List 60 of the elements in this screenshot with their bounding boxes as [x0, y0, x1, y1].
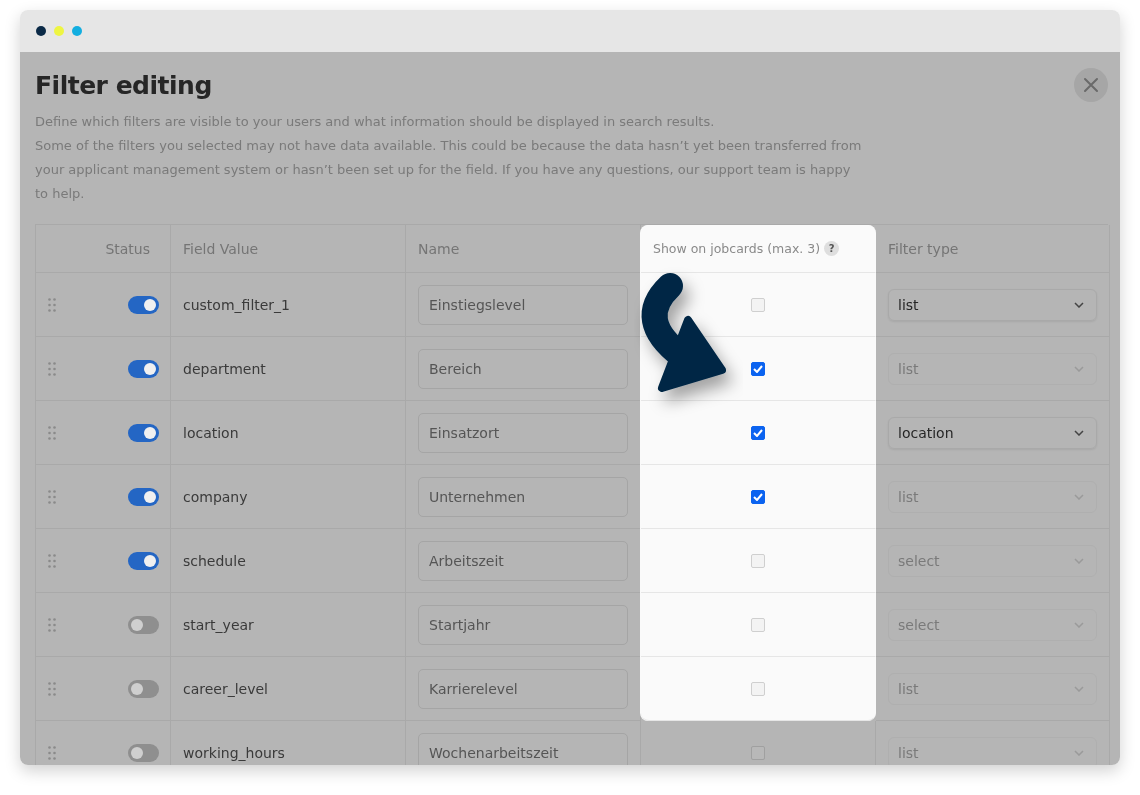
name-input-field[interactable]: Bereich: [418, 348, 628, 389]
jobcard-checkbox[interactable]: [751, 489, 765, 504]
drag-handle-icon[interactable]: [48, 297, 56, 312]
name-input-field[interactable]: Startjahr: [418, 604, 628, 645]
field-value: department: [183, 360, 266, 377]
field-value: start_year: [183, 616, 254, 633]
status-toggle[interactable]: [128, 423, 159, 442]
status-toggle[interactable]: [128, 743, 159, 762]
column-header: Name: [418, 240, 460, 257]
window-control-dot[interactable]: [36, 26, 46, 36]
column-header: Show on jobcards (max. 3): [653, 241, 821, 256]
field-value: schedule: [183, 552, 246, 569]
drag-handle-icon[interactable]: [48, 617, 56, 632]
help-icon[interactable]: ?: [824, 241, 840, 256]
jobcard-checkbox[interactable]: [751, 425, 765, 440]
status-toggle[interactable]: [128, 679, 159, 698]
name-input-field[interactable]: Wochenarbeitszeit: [418, 732, 628, 765]
drag-handle-icon[interactable]: [48, 425, 56, 440]
chevron-down-icon: [1074, 365, 1084, 372]
description-text: Define which filters are visible to your users and what information should be displayed in search results.: [35, 113, 716, 131]
filter-type-dropdown[interactable]: location: [888, 416, 1097, 449]
jobcard-checkbox[interactable]: [751, 361, 765, 376]
name-input-field[interactable]: Einsatzort: [418, 412, 628, 453]
field-value: custom_filter_1: [183, 296, 291, 313]
chevron-down-icon: [1074, 429, 1084, 436]
name-input-field[interactable]: Einstiegslevel: [418, 284, 628, 325]
window-control-dot[interactable]: [72, 26, 82, 36]
chevron-down-icon: [1074, 685, 1084, 692]
field-value: working_hours: [183, 744, 285, 761]
close-icon: [1083, 77, 1099, 93]
name-input-field[interactable]: Karrierelevel: [418, 668, 628, 709]
name-input-field[interactable]: Arbeitszeit: [418, 540, 628, 581]
column-header: Field Value: [183, 240, 259, 257]
status-toggle[interactable]: [128, 359, 159, 378]
drag-handle-icon[interactable]: [48, 489, 56, 504]
notice-text: Some of the filters you selected may not have data available. This could be because the data hasn’t yet been transferred from your applicant management system or hasn’t been set up for the field. If you have any questions, our support team is happy to help.: [35, 137, 863, 203]
column-header: Filter type: [888, 240, 959, 257]
name-input-field[interactable]: Unternehmen: [418, 476, 628, 517]
drag-handle-icon[interactable]: [48, 361, 56, 376]
status-toggle[interactable]: [128, 487, 159, 506]
chevron-down-icon: [1074, 301, 1084, 308]
chevron-down-icon: [1074, 621, 1084, 628]
field-value: location: [183, 424, 239, 441]
status-toggle[interactable]: [128, 615, 159, 634]
status-toggle[interactable]: [128, 295, 159, 314]
chevron-down-icon: [1074, 557, 1084, 564]
status-toggle[interactable]: [128, 551, 159, 570]
field-value: company: [183, 488, 248, 505]
chevron-down-icon: [1074, 749, 1084, 756]
chevron-down-icon: [1074, 493, 1084, 500]
drag-handle-icon[interactable]: [48, 745, 56, 760]
close-button[interactable]: [1074, 68, 1108, 102]
jobcard-checkbox[interactable]: [751, 745, 765, 760]
window-control-dot[interactable]: [54, 26, 64, 36]
field-value: career_level: [183, 680, 268, 697]
column-header: Status: [105, 240, 150, 257]
filter-type-dropdown[interactable]: list: [888, 288, 1097, 321]
drag-handle-icon[interactable]: [48, 553, 56, 568]
page-title: Filter editing: [35, 70, 212, 100]
drag-handle-icon[interactable]: [48, 681, 56, 696]
